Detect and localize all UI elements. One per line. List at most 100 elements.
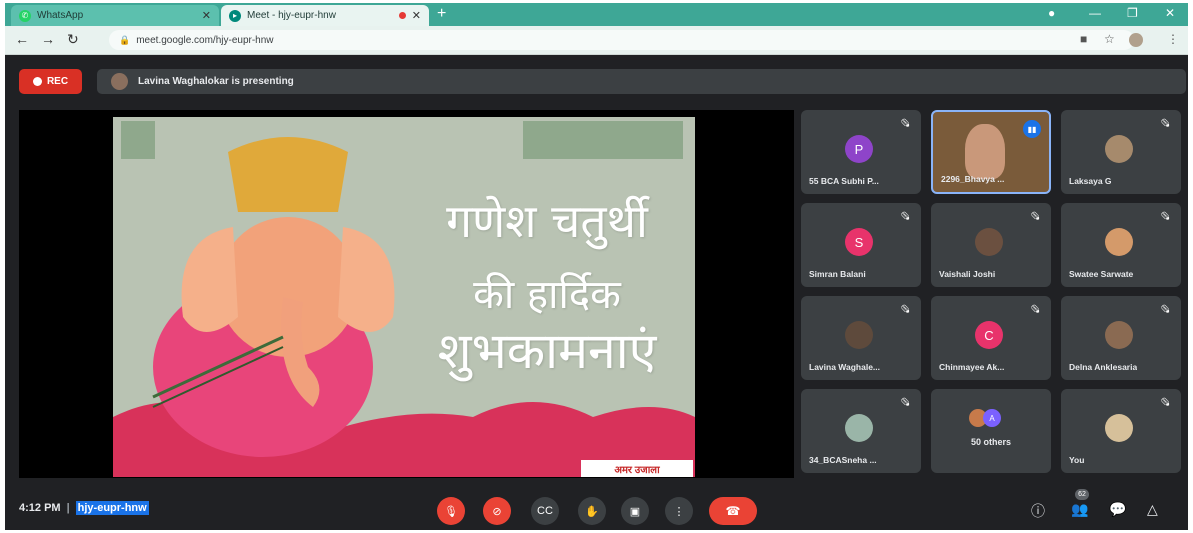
bookmark-star-icon[interactable]: ☆ [1104, 32, 1115, 46]
recording-indicator-icon [398, 12, 406, 19]
participant-tile[interactable]: 🎙 Vaishali Joshi [931, 203, 1051, 287]
participant-tile[interactable]: 🎙 Laksaya G [1061, 110, 1181, 194]
participant-name: You [1069, 455, 1085, 465]
camera-off-icon: ⊘ [492, 505, 502, 518]
participant-tile[interactable]: 🎙 34_BCASneha ... [801, 389, 921, 473]
present-screen-icon: ▣ [629, 505, 641, 518]
mic-off-icon: 🎙 [1027, 301, 1043, 317]
separator: | [66, 502, 70, 514]
mic-off-icon: 🎙 [897, 208, 913, 224]
people-icon[interactable]: 👥 [1071, 501, 1088, 518]
participant-name: Laksaya G [1069, 176, 1112, 186]
whatsapp-icon: ✆ [19, 9, 31, 22]
tab-meet[interactable]: ▸ Meet - hjy-eupr-hnw ✕ [221, 5, 429, 26]
avatar: S [845, 228, 873, 256]
rec-button[interactable]: REC [19, 69, 82, 94]
avatar[interactable] [1129, 33, 1143, 47]
meeting-details-icon[interactable]: ⓘ [1031, 501, 1045, 521]
captions-icon: CC [537, 505, 553, 517]
participant-name: Lavina Waghale... [809, 362, 881, 372]
participant-name: 34_BCASneha ... [809, 455, 877, 465]
hand-icon: ✋ [585, 505, 599, 518]
tab-whatsapp[interactable]: ✆ WhatsApp ✕ [11, 5, 219, 26]
others-count: 50 others [970, 437, 1012, 447]
phone-hangup-icon: ☎ [725, 504, 741, 518]
captions-button[interactable]: CC [531, 497, 559, 525]
maximize-button[interactable]: ❐ [1127, 6, 1138, 20]
participant-tile[interactable]: 🎙 C Chinmayee Ak... [931, 296, 1051, 380]
mic-off-icon: 🎙 [1157, 394, 1173, 410]
participant-video [965, 124, 1005, 179]
reload-icon[interactable]: ↻ [67, 31, 79, 48]
avatar: C [975, 321, 1003, 349]
participant-name: Swatee Sarwate [1069, 269, 1134, 279]
close-icon[interactable]: ✕ [412, 9, 421, 22]
presenting-text: Lavina Waghalokar is presenting [138, 76, 294, 87]
participant-tile-speaking[interactable]: ▮▮ 2296_Bhavya ... [931, 110, 1051, 194]
leave-call-button[interactable]: ☎ [709, 497, 757, 525]
mic-off-icon: 🎙 [1027, 208, 1043, 224]
avatar [1105, 228, 1133, 256]
url-text: meet.google.com/hjy-eupr-hnw [136, 34, 274, 46]
participant-tile[interactable]: 🎙 Delna Anklesaria [1061, 296, 1181, 380]
raise-hand-button[interactable]: ✋ [578, 497, 606, 525]
avatar [975, 228, 1003, 256]
meet-icon: ▸ [229, 9, 241, 22]
avatar [1105, 414, 1133, 442]
mic-off-icon: 🎙 [897, 394, 913, 410]
tab-bar: ✆ WhatsApp ✕ ▸ Meet - hjy-eupr-hnw ✕ + ●… [5, 3, 1188, 26]
presenting-banner: Lavina Waghalokar is presenting [97, 69, 1186, 94]
others-tile[interactable]: A 50 others [931, 389, 1051, 473]
more-vert-icon: ⋮ [673, 505, 685, 518]
address-bar: ← → ↻ 🔒 meet.google.com/hjy-eupr-hnw ■ ☆… [5, 26, 1188, 55]
avatar: A [983, 409, 1001, 427]
forward-icon[interactable]: → [41, 31, 55, 47]
newspaper-logo: अमर उजाला [581, 460, 693, 477]
avatar: P [845, 135, 873, 163]
profile-icon[interactable]: ● [1048, 6, 1055, 20]
participant-tile[interactable]: 🎙 Swatee Sarwate [1061, 203, 1181, 287]
record-icon [32, 77, 42, 86]
activities-icon[interactable]: △ [1147, 501, 1158, 518]
lock-icon: 🔒 [119, 34, 131, 45]
participant-name: 55 BCA Subhi P... [809, 176, 879, 186]
menu-icon[interactable]: ⋮ [1167, 32, 1179, 46]
close-window-button[interactable]: ✕ [1165, 6, 1175, 20]
meeting-code[interactable]: hjy-eupr-hnw [75, 501, 149, 515]
avatar [845, 321, 873, 349]
more-options-button[interactable]: ⋮ [665, 497, 693, 525]
participant-tile[interactable]: 🎙 S Simran Balani [801, 203, 921, 287]
presentation-stage: गणेश चतुर्थी की हार्दिक शुभकामनाएं अमर उ… [19, 110, 794, 478]
participant-name: Chinmayee Ak... [939, 362, 1005, 372]
new-tab-button[interactable]: + [437, 5, 446, 23]
self-tile[interactable]: 🎙 You [1061, 389, 1181, 473]
mic-off-icon: 🎙 [1157, 115, 1173, 131]
camera-icon[interactable]: ■ [1080, 32, 1087, 46]
minimize-button[interactable]: — [1089, 6, 1101, 20]
rec-label: REC [46, 76, 69, 87]
greeting-line-2: की हार्दिक [473, 272, 621, 318]
avatar [1105, 135, 1133, 163]
mic-off-icon: 🎙 [897, 115, 913, 131]
mic-toggle-button[interactable]: 🎙 [437, 497, 465, 525]
avatar [845, 414, 873, 442]
mic-off-icon: 🎙 [1157, 208, 1173, 224]
camera-toggle-button[interactable]: ⊘ [483, 497, 511, 525]
participant-name: Delna Anklesaria [1069, 362, 1138, 372]
url-input[interactable]: 🔒 meet.google.com/hjy-eupr-hnw [109, 30, 1134, 50]
mic-off-icon: 🎙 [444, 505, 458, 518]
present-button[interactable]: ▣ [621, 497, 649, 525]
chat-icon[interactable]: 💬 [1109, 501, 1126, 518]
avatar [1105, 321, 1133, 349]
people-count-badge: 62 [1075, 489, 1089, 500]
participant-name: Vaishali Joshi [939, 269, 996, 279]
participant-tile[interactable]: 🎙 Lavina Waghale... [801, 296, 921, 380]
clock: 4:12 PM [19, 502, 61, 514]
participant-tile[interactable]: 🎙 P 55 BCA Subhi P... [801, 110, 921, 194]
participant-name: 2296_Bhavya ... [941, 174, 1005, 184]
others-avatars: A [969, 409, 1001, 427]
greeting-line-1: गणेश चतुर्थी [446, 194, 648, 248]
tab-whatsapp-label: WhatsApp [37, 10, 84, 21]
close-icon[interactable]: ✕ [202, 9, 211, 22]
back-icon[interactable]: ← [15, 31, 29, 47]
